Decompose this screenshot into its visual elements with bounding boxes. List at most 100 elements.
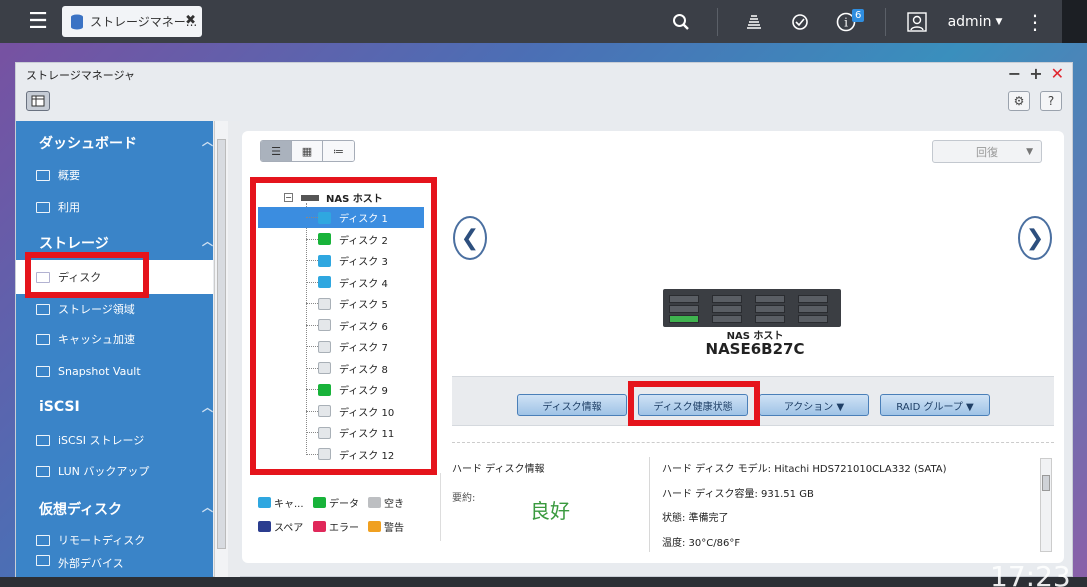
highlight-box-tree [250,177,437,475]
tab-label: ストレージマネー... [90,15,198,29]
chevron-up-icon: ︿ [202,401,213,414]
legend-cache: キャ... [258,495,304,510]
summary-value: 良好 [530,499,570,523]
next-button[interactable]: ❯ [1018,216,1052,260]
legend-spare: スペア [258,519,303,534]
action-button[interactable]: アクション ▼ [759,394,869,416]
overview-icon [36,169,50,181]
disk-info-button[interactable]: ディスク情報 [517,394,627,416]
scroll-thumb[interactable] [1042,475,1050,491]
external-device-icon [36,555,50,566]
window-controls: − + ✕ [1008,64,1064,83]
stack-icon[interactable] [738,0,770,43]
disk-model: ハード ディスク モデル: Hitachi HDS721010CLA332 (S… [662,464,947,475]
snapshot-icon [36,365,50,377]
user-icon[interactable] [902,0,932,43]
layout-icon [31,95,45,107]
iscsi-icon [36,434,50,446]
drive-bay [755,295,785,303]
divider [717,8,718,36]
more-options-icon[interactable]: ⋮ [1020,0,1050,43]
window-toolbar: ⚙ ? [16,85,1072,117]
resize-handle[interactable] [228,121,240,578]
drive-bay [712,305,742,313]
user-menu[interactable]: admin ▼ [945,0,1005,43]
sidebar-section-iscsi[interactable]: iSCSI ︿ [16,389,213,425]
sidebar-item-cache-acceleration[interactable]: キャッシュ加速 [16,324,213,354]
sidebar-section-virtual-disk[interactable]: 仮想ディスク ︿ [16,489,213,525]
drive-bay [669,305,699,313]
sidebar-item-storage-space[interactable]: ストレージ領域 [16,294,213,324]
sidebar-item-external-device[interactable]: 外部デバイス [16,555,213,575]
sidebar-item-overview[interactable]: 概要 [16,160,213,190]
divider [452,442,1054,443]
list-view-icon[interactable]: ☰ [261,141,292,161]
chevron-left-icon: ❮ [460,225,480,251]
top-bar: ☰ ストレージマネー... ✖ i 6 admin ▼ ⋮ [0,0,1087,43]
close-icon[interactable]: ✕ [1051,64,1064,83]
minimize-icon[interactable]: − [1008,64,1021,83]
chevron-down-icon: ▼ [1026,146,1033,157]
svg-text:i: i [844,15,848,29]
chevron-down-icon: ▼ [995,16,1003,27]
edge-panel [1062,0,1087,43]
drive-bay [712,315,742,323]
window-title: ストレージマネージャ [26,69,136,82]
sidebar-item-usage[interactable]: 利用 [16,192,213,222]
cache-icon [36,333,50,345]
disk-gray-icon [368,497,381,508]
chart-icon [36,201,50,213]
chevron-up-icon: ︿ [202,501,213,514]
divider [885,8,886,36]
close-tab-icon[interactable]: ✖ [185,13,196,28]
storage-icon [36,303,50,315]
detail-view-icon[interactable]: ≔ [323,141,354,161]
legend-error: エラー [313,519,359,534]
recover-dropdown[interactable]: 回復 ▼ [932,140,1042,163]
sidebar: ダッシュボード ︿ 概要 利用 ストレージ ︿ ディスク ストレージ領域 キャッシュ… [16,121,213,578]
drive-bay [755,305,785,313]
disk-navy-icon [258,521,271,532]
help-button[interactable]: ? [1040,91,1062,111]
disk-red-icon [313,521,326,532]
search-icon[interactable] [665,0,697,43]
chevron-up-icon: ︿ [202,235,213,248]
sync-icon[interactable] [784,0,816,43]
layout-toggle-button[interactable] [26,91,50,111]
chevron-up-icon: ︿ [202,135,213,148]
settings-button[interactable]: ⚙ [1008,91,1030,111]
grid-view-icon[interactable]: ▦ [292,141,323,161]
sidebar-scrollbar[interactable] [214,121,228,578]
maximize-icon[interactable]: + [1029,64,1042,83]
raid-group-button[interactable]: RAID グループ ▼ [880,394,990,416]
app-tab-storage-manager[interactable]: ストレージマネー... ✖ [62,6,202,37]
sidebar-item-lun-backup[interactable]: LUN バックアップ [16,456,213,486]
backup-icon [36,465,50,477]
drive-bay [798,295,828,303]
nas-name: NASE6B27C [705,340,805,358]
legend-free: 空き [368,495,404,510]
disk-cyan-icon [258,497,271,508]
drive-bay [798,305,828,313]
highlight-box-disk [25,252,149,298]
chevron-right-icon: ❯ [1025,225,1045,251]
question-icon: ? [1047,94,1055,108]
legend-warning: 警告 [368,519,404,534]
sidebar-item-remote-disk[interactable]: リモートディスク [16,525,213,555]
drive-bay [669,295,699,303]
previous-button[interactable]: ❮ [453,216,487,260]
clock: 17:23 [990,560,1071,587]
divider [649,457,650,552]
sidebar-item-snapshot-vault[interactable]: Snapshot Vault [16,356,213,386]
menu-icon[interactable]: ☰ [22,0,54,43]
scroll-thumb[interactable] [217,139,226,549]
sidebar-item-iscsi-storage[interactable]: iSCSI ストレージ [16,425,213,455]
drive-bay [669,315,699,323]
sidebar-section-dashboard[interactable]: ダッシュボード ︿ [16,123,213,159]
disk-capacity: ハード ディスク容量: 931.51 GB [662,488,814,500]
divider [440,473,441,541]
detail-scrollbar[interactable] [1040,458,1052,552]
view-mode-switch: ☰ ▦ ≔ [260,140,355,162]
desktop-bottom [0,577,1087,587]
drive-bay [755,315,785,323]
